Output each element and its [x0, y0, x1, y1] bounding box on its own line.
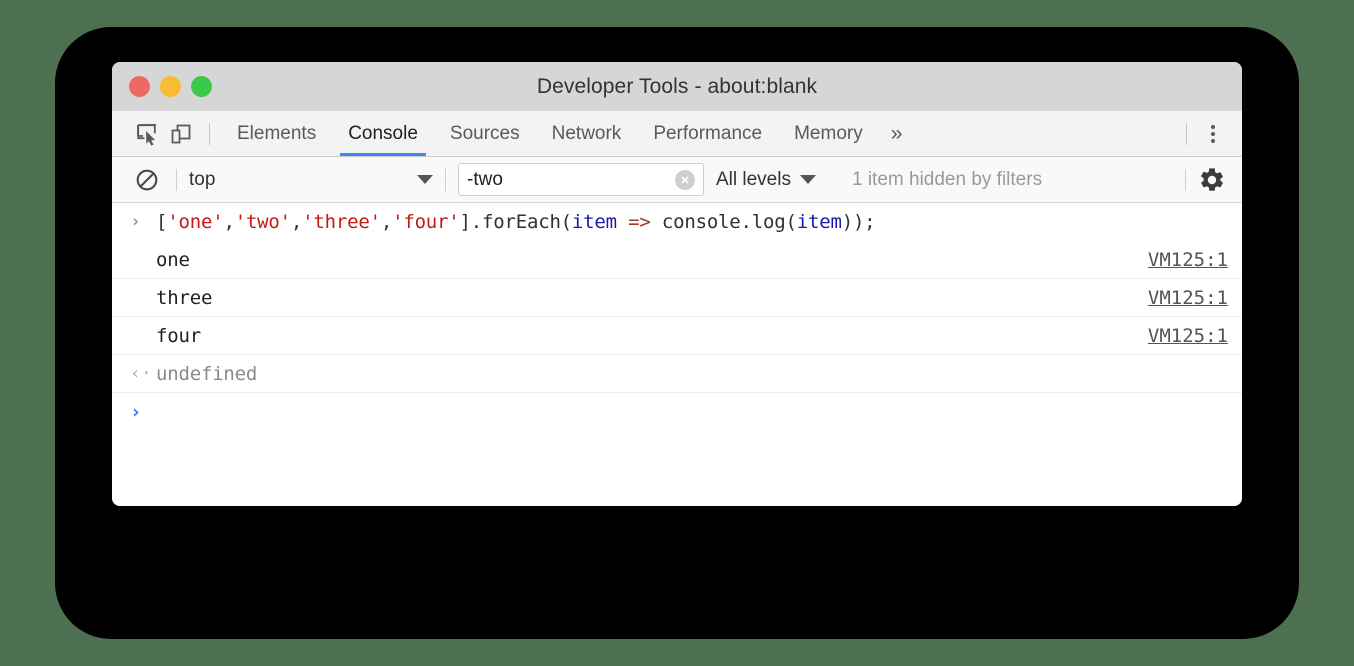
tab-sources[interactable]: Sources	[434, 111, 536, 156]
tab-label: Memory	[794, 123, 863, 145]
log-source-link[interactable]: VM125:1	[1148, 325, 1228, 347]
log-source-link[interactable]: VM125:1	[1148, 249, 1228, 271]
tab-network[interactable]: Network	[536, 111, 638, 156]
panel-tabs: Elements Console Sources Network Perform…	[221, 111, 914, 156]
devtools-window: Developer Tools - about:blank Elements C…	[112, 62, 1242, 506]
tab-label: Performance	[653, 123, 762, 145]
console-toolbar-actions	[1173, 166, 1242, 194]
log-message: one	[156, 249, 190, 271]
table-row[interactable]: four VM125:1	[112, 317, 1242, 355]
gear-icon[interactable]	[1198, 166, 1226, 194]
search-input[interactable]	[467, 169, 695, 191]
minimize-window-button[interactable]	[160, 76, 181, 97]
result-arrow-icon: ‹·	[130, 365, 156, 383]
kebab-menu-icon[interactable]	[1198, 117, 1228, 151]
log-levels-value: All levels	[716, 169, 791, 191]
close-window-button[interactable]	[129, 76, 150, 97]
inspect-element-icon[interactable]	[130, 117, 164, 151]
more-tabs-icon[interactable]: »	[879, 111, 915, 156]
console-result-value: undefined	[156, 363, 257, 385]
console-message-list[interactable]: › ['one','two','three','four'].forEach(i…	[112, 203, 1242, 506]
code-token: ));	[842, 211, 876, 233]
toolbar-divider	[209, 123, 210, 145]
clear-input-icon[interactable]	[675, 170, 695, 190]
window-title: Developer Tools - about:blank	[112, 75, 1242, 99]
code-token: ,	[223, 211, 234, 233]
clear-console-icon[interactable]	[130, 163, 164, 197]
table-row[interactable]: one VM125:1	[112, 241, 1242, 279]
console-input-expression: ['one','two','three','four'].forEach(ite…	[156, 211, 875, 233]
hidden-items-message: 1 item hidden by filters	[852, 169, 1042, 191]
code-token: 'three'	[302, 211, 381, 233]
chevron-down-icon	[417, 175, 433, 184]
execution-context-dropdown[interactable]: top	[189, 169, 433, 191]
code-token: item	[572, 211, 617, 233]
code-token: 'four'	[392, 211, 459, 233]
console-input-echo-row[interactable]: › ['one','two','three','four'].forEach(i…	[112, 203, 1242, 241]
console-result-row[interactable]: ‹· undefined	[112, 355, 1242, 393]
chevron-down-icon	[800, 175, 816, 184]
toolbar-divider	[176, 169, 177, 191]
code-token: item	[797, 211, 842, 233]
console-toolbar: top All levels 1 item hidden by filters	[112, 157, 1242, 203]
tab-performance[interactable]: Performance	[637, 111, 778, 156]
execution-context-value: top	[189, 169, 417, 191]
log-source-link[interactable]: VM125:1	[1148, 287, 1228, 309]
toolbar-divider	[1185, 169, 1186, 191]
code-token: ,	[291, 211, 302, 233]
log-levels-dropdown[interactable]: All levels	[716, 169, 816, 191]
input-echo-arrow-icon: ›	[130, 213, 156, 231]
code-token: ].forEach(	[460, 211, 572, 233]
tab-label: Elements	[237, 123, 316, 145]
device-toolbar-icon[interactable]	[164, 117, 198, 151]
log-message: three	[156, 287, 212, 309]
toolbar-divider	[445, 169, 446, 191]
tab-label: Network	[552, 123, 622, 145]
code-token: [	[156, 211, 167, 233]
devtools-tab-bar: Elements Console Sources Network Perform…	[112, 111, 1242, 157]
code-token: 'two'	[235, 211, 291, 233]
tab-label: Sources	[450, 123, 520, 145]
window-controls	[129, 62, 212, 111]
tab-console[interactable]: Console	[332, 111, 434, 156]
code-token: ,	[381, 211, 392, 233]
code-token: 'one'	[167, 211, 223, 233]
toolbar-divider	[1186, 123, 1187, 145]
tab-memory[interactable]: Memory	[778, 111, 879, 156]
log-message: four	[156, 325, 201, 347]
title-bar: Developer Tools - about:blank	[112, 62, 1242, 111]
tab-bar-actions	[1175, 117, 1242, 151]
prompt-arrow-icon: ›	[130, 403, 156, 422]
tab-label: Console	[348, 123, 418, 145]
tab-elements[interactable]: Elements	[221, 111, 332, 156]
code-token: console.log(	[651, 211, 797, 233]
code-token	[617, 211, 628, 233]
table-row[interactable]: three VM125:1	[112, 279, 1242, 317]
code-token: =>	[628, 211, 650, 233]
console-filter-field[interactable]	[458, 163, 704, 196]
console-prompt-row[interactable]: ›	[112, 393, 1242, 431]
maximize-window-button[interactable]	[191, 76, 212, 97]
